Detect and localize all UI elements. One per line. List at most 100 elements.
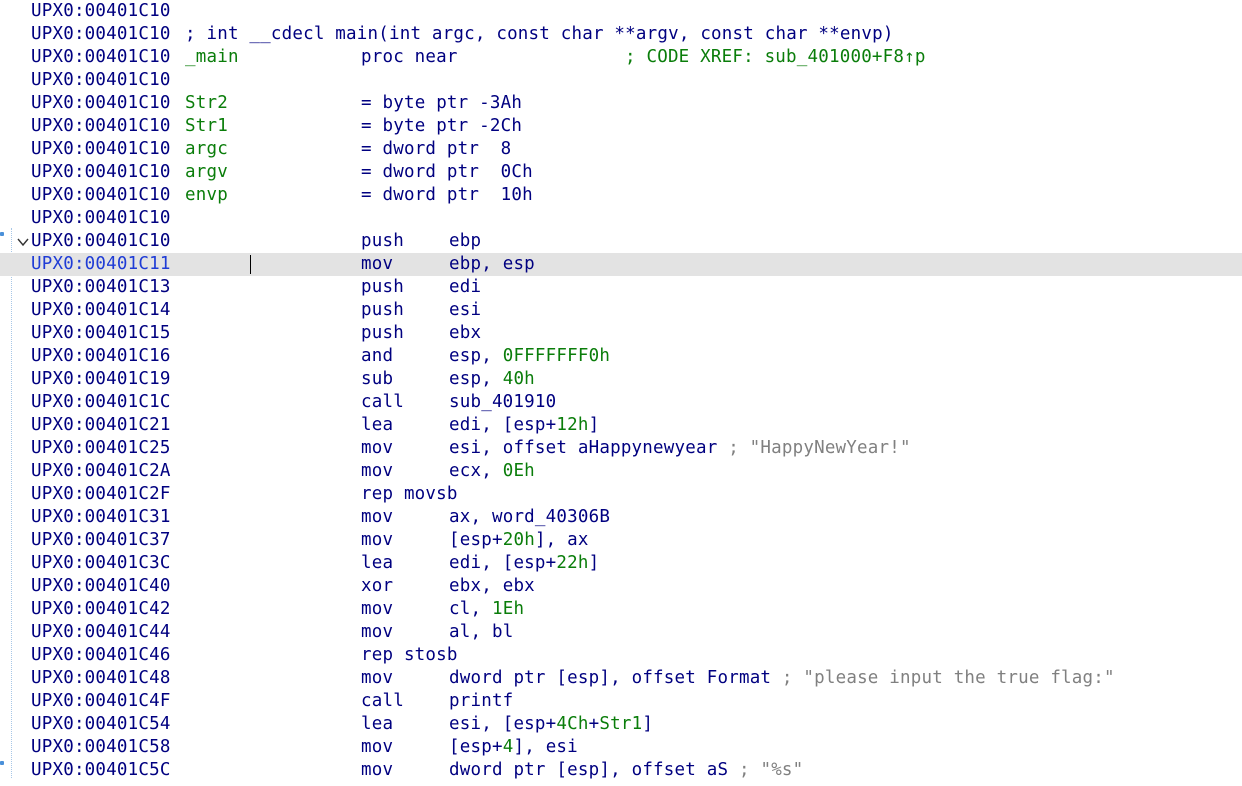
mnemonic[interactable]: lea bbox=[361, 552, 393, 575]
operand-column[interactable]: ; CODE XREF: sub_401000+F8↑p bbox=[625, 46, 926, 69]
operands[interactable]: edi, [esp+22h] bbox=[449, 553, 599, 573]
mnemonic[interactable]: mov bbox=[361, 460, 393, 483]
operands[interactable]: ebx bbox=[449, 323, 481, 343]
address-label[interactable]: UPX0:00401C48 bbox=[31, 667, 171, 690]
listing-line[interactable]: UPX0:00401C48 mov dword ptr [esp], offset … bbox=[0, 667, 1242, 690]
operand-column[interactable]: ax, word_40306B bbox=[449, 506, 610, 529]
operands[interactable]: [esp+20h], ax bbox=[449, 530, 589, 550]
address-label[interactable]: UPX0:00401C10 bbox=[31, 92, 171, 115]
operand-column[interactable]: [esp+4], esi bbox=[449, 736, 578, 759]
listing-line[interactable]: UPX0:00401C5C mov dword ptr [esp], offset … bbox=[0, 759, 1242, 782]
mnemonic[interactable]: mov bbox=[361, 437, 393, 460]
mnemonic[interactable]: = dword ptr 10h bbox=[361, 184, 533, 207]
symbol-name[interactable]: argv bbox=[185, 161, 228, 184]
mnemonic[interactable]: mov bbox=[361, 598, 393, 621]
listing-line[interactable]: UPX0:00401C14 push esi bbox=[0, 299, 1242, 322]
operands[interactable]: edi bbox=[449, 277, 481, 297]
listing-line[interactable]: UPX0:00401C10 _main proc near ; CODE XREF: … bbox=[0, 46, 1242, 69]
listing-line[interactable]: UPX0:00401C10 argc = dword ptr 8 bbox=[0, 138, 1242, 161]
listing-line[interactable]: UPX0:00401C46 rep stosb bbox=[0, 644, 1242, 667]
listing-line[interactable]: UPX0:00401C25 mov esi, offset aHappynewyea… bbox=[0, 437, 1242, 460]
breakpoint-dot-icon[interactable] bbox=[0, 232, 4, 236]
operands[interactable]: dword ptr [esp], offset aS bbox=[449, 760, 728, 780]
operands[interactable]: ebx, ebx bbox=[449, 576, 535, 596]
address-label[interactable]: UPX0:00401C10 bbox=[31, 0, 171, 23]
symbol-name[interactable]: argc bbox=[185, 138, 228, 161]
operand-column[interactable]: dword ptr [esp], offset aS ; "%s" bbox=[449, 759, 803, 782]
mnemonic[interactable]: proc near bbox=[361, 46, 458, 69]
listing-line[interactable]: UPX0:00401C10 bbox=[0, 0, 1242, 23]
address-label[interactable]: UPX0:00401C10 bbox=[31, 207, 171, 230]
mnemonic[interactable]: lea bbox=[361, 414, 393, 437]
mnemonic[interactable]: sub bbox=[361, 368, 393, 391]
address-label[interactable]: UPX0:00401C2A bbox=[31, 460, 171, 483]
operand-column[interactable]: edi bbox=[449, 276, 481, 299]
operand-column[interactable]: ebp, esp bbox=[449, 253, 535, 276]
listing-line[interactable]: UPX0:00401C10 bbox=[0, 69, 1242, 92]
symbol-name[interactable]: envp bbox=[185, 184, 228, 207]
listing-line[interactable]: UPX0:00401C10 envp = dword ptr 10h bbox=[0, 184, 1242, 207]
operand-column[interactable]: ecx, 0Eh bbox=[449, 460, 535, 483]
listing-line[interactable]: UPX0:00401C13 push edi bbox=[0, 276, 1242, 299]
operand-column[interactable]: dword ptr [esp], offset Format ; "please… bbox=[449, 667, 1115, 690]
operands[interactable]: esi, offset aHappynewyear bbox=[449, 438, 717, 458]
mnemonic[interactable]: call bbox=[361, 391, 404, 414]
mnemonic[interactable]: rep movsb bbox=[361, 483, 458, 506]
listing-line[interactable]: UPX0:00401C40 xor ebx, ebx bbox=[0, 575, 1242, 598]
mnemonic[interactable]: = dword ptr 8 bbox=[361, 138, 511, 161]
listing-line[interactable]: UPX0:00401C2A mov ecx, 0Eh bbox=[0, 460, 1242, 483]
mnemonic[interactable]: = byte ptr -3Ah bbox=[361, 92, 522, 115]
address-label[interactable]: UPX0:00401C13 bbox=[31, 276, 171, 299]
symbol-name[interactable]: Str2 bbox=[185, 92, 228, 115]
listing-line[interactable]: UPX0:00401C58 mov [esp+4], esi bbox=[0, 736, 1242, 759]
address-label[interactable]: UPX0:00401C40 bbox=[31, 575, 171, 598]
listing-line[interactable]: UPX0:00401C2F rep movsb bbox=[0, 483, 1242, 506]
address-label[interactable]: UPX0:00401C19 bbox=[31, 368, 171, 391]
address-label[interactable]: UPX0:00401C14 bbox=[31, 299, 171, 322]
operand-column[interactable]: edi, [esp+22h] bbox=[449, 552, 599, 575]
address-label[interactable]: UPX0:00401C10 bbox=[31, 230, 171, 253]
operand-column[interactable]: ebx, ebx bbox=[449, 575, 535, 598]
mnemonic[interactable]: mov bbox=[361, 736, 393, 759]
disassembly-listing[interactable]: UPX0:00401C10 UPX0:00401C10; int __cdecl … bbox=[0, 0, 1242, 786]
operand-column[interactable]: esp, 0FFFFFFF0h bbox=[449, 345, 610, 368]
listing-line[interactable]: UPX0:00401C10 argv = dword ptr 0Ch bbox=[0, 161, 1242, 184]
operands[interactable]: edi, [esp+12h] bbox=[449, 415, 599, 435]
listing-line[interactable]: UPX0:00401C10 ; int __cdecl main(int argc… bbox=[0, 23, 1242, 46]
address-label[interactable]: UPX0:00401C10 bbox=[31, 46, 171, 69]
address-label[interactable]: UPX0:00401C37 bbox=[31, 529, 171, 552]
listing-line[interactable]: UPX0:00401C1C call sub_401910 bbox=[0, 391, 1242, 414]
address-label[interactable]: UPX0:00401C54 bbox=[31, 713, 171, 736]
mnemonic[interactable]: mov bbox=[361, 759, 393, 782]
mnemonic[interactable]: = dword ptr 0Ch bbox=[361, 161, 533, 184]
mnemonic[interactable]: push bbox=[361, 276, 404, 299]
mnemonic[interactable]: push bbox=[361, 230, 404, 253]
operand-column[interactable]: edi, [esp+12h] bbox=[449, 414, 599, 437]
address-label[interactable]: UPX0:00401C1C bbox=[31, 391, 171, 414]
listing-line[interactable]: UPX0:00401C19 sub esp, 40h bbox=[0, 368, 1242, 391]
listing-line[interactable]: UPX0:00401C10 bbox=[0, 207, 1242, 230]
operands[interactable]: cl, 1Eh bbox=[449, 599, 524, 619]
address-label[interactable]: UPX0:00401C10 bbox=[31, 69, 171, 92]
address-label[interactable]: UPX0:00401C44 bbox=[31, 621, 171, 644]
address-label[interactable]: UPX0:00401C10 bbox=[31, 138, 171, 161]
operands[interactable]: esi, [esp+4Ch+Str1] bbox=[449, 714, 653, 734]
operand-column[interactable]: printf bbox=[449, 690, 513, 713]
listing-line[interactable]: UPX0:00401C21 lea edi, [esp+12h] bbox=[0, 414, 1242, 437]
address-label[interactable]: UPX0:00401C21 bbox=[31, 414, 171, 437]
operands[interactable]: ecx, 0Eh bbox=[449, 461, 535, 481]
mnemonic[interactable]: mov bbox=[361, 253, 393, 276]
address-label[interactable]: UPX0:00401C16 bbox=[31, 345, 171, 368]
address-label[interactable]: UPX0:00401C2F bbox=[31, 483, 171, 506]
listing-line[interactable]: UPX0:00401C16 and esp, 0FFFFFFF0h bbox=[0, 345, 1242, 368]
operands[interactable]: ebp bbox=[449, 231, 481, 251]
operands[interactable]: esi bbox=[449, 300, 481, 320]
address-label[interactable]: UPX0:00401C5C bbox=[31, 759, 171, 782]
chevron-down-icon[interactable] bbox=[17, 236, 29, 248]
listing-line[interactable]: UPX0:00401C4F call printf bbox=[0, 690, 1242, 713]
mnemonic[interactable]: call bbox=[361, 690, 404, 713]
operand-column[interactable]: ebx bbox=[449, 322, 481, 345]
mnemonic[interactable]: push bbox=[361, 322, 404, 345]
mnemonic[interactable]: mov bbox=[361, 529, 393, 552]
operand-column[interactable]: [esp+20h], ax bbox=[449, 529, 589, 552]
